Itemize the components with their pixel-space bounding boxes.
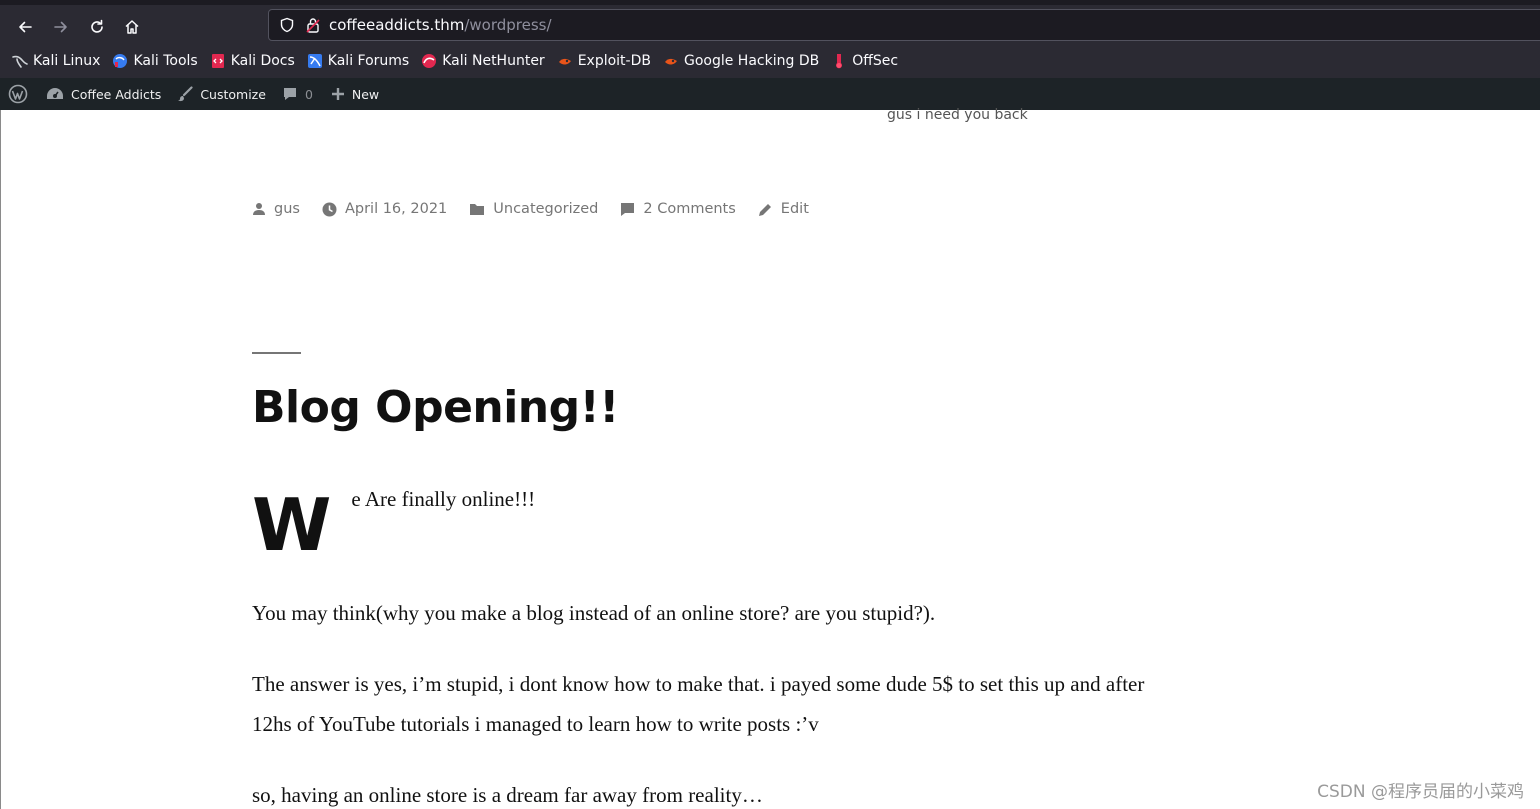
customize-label: Customize	[200, 86, 266, 102]
home-icon	[125, 20, 139, 34]
bookmark-label: Exploit-DB	[577, 53, 651, 69]
date-label: April 16, 2021	[344, 201, 448, 217]
new-content-menu[interactable]: New	[321, 78, 387, 110]
url-path: /wordpress/	[464, 16, 552, 34]
wp-logo-menu[interactable]	[0, 78, 36, 110]
bookmarks-bar: Kali Linux Kali Tools Kali Docs Kali For…	[0, 44, 1540, 78]
post-category[interactable]: Uncategorized	[469, 201, 598, 217]
url-text[interactable]: coffeeaddicts.thm/wordpress/	[329, 16, 552, 34]
bookmark-kali-linux[interactable]: Kali Linux	[12, 53, 100, 69]
first-line-text: e Are finally online!!!	[351, 487, 536, 511]
back-button[interactable]	[11, 13, 39, 41]
author-name: gus	[274, 201, 300, 217]
bookmark-exploit-db[interactable]: Exploit-DB	[557, 53, 651, 69]
post-comments-link[interactable]: 2 Comments	[620, 201, 736, 217]
plus-icon	[331, 87, 345, 101]
arrow-right-icon	[54, 21, 67, 33]
post-paragraph: The answer is yes, i’m stupid, i dont kn…	[252, 672, 1145, 736]
reload-icon	[91, 19, 103, 33]
kali-forums-icon	[307, 54, 322, 68]
bookmark-label: Kali Linux	[33, 53, 101, 69]
dashboard-gauge-icon	[46, 87, 64, 101]
comment-bubble-icon	[282, 86, 298, 102]
site-name-label: Coffee Addicts	[71, 86, 162, 102]
bookmark-kali-forums[interactable]: Kali Forums	[307, 53, 409, 69]
kali-nethunter-icon	[422, 54, 437, 68]
address-bar[interactable]: coffeeaddicts.thm/wordpress/	[268, 9, 1540, 41]
arrow-left-icon	[19, 21, 32, 33]
comment-icon	[620, 202, 635, 217]
bookmark-label: OffSec	[852, 53, 899, 69]
post-paragraph: We Are finally online!!!	[252, 478, 1172, 561]
bookmark-label: Kali Forums	[327, 53, 410, 69]
pencil-icon	[758, 202, 773, 217]
post-paragraph: so, having an online store is a dream fa…	[252, 783, 763, 807]
forward-button[interactable]	[47, 13, 75, 41]
url-host: coffeeaddicts.thm	[329, 16, 465, 34]
bookmark-google-hacking-db[interactable]: Google Hacking DB	[663, 53, 819, 69]
previous-post-excerpt: gus i need you back	[887, 107, 1028, 123]
bookmark-label: Google Hacking DB	[683, 53, 820, 69]
site-name-menu[interactable]: Coffee Addicts	[36, 78, 169, 110]
wp-admin-bar: Coffee Addicts Customize 0 New	[0, 78, 1540, 110]
drop-cap: W	[252, 483, 332, 567]
post-author[interactable]: gus	[252, 201, 300, 217]
insecure-lock-icon[interactable]	[305, 16, 321, 34]
offsec-icon	[836, 54, 843, 69]
folder-icon	[469, 202, 485, 216]
post-date[interactable]: April 16, 2021	[322, 201, 447, 217]
customize-link[interactable]: Customize	[169, 78, 274, 110]
clock-icon	[322, 202, 337, 217]
exploit-db-icon	[558, 58, 571, 65]
post-separator	[252, 352, 301, 354]
bookmark-kali-tools[interactable]: Kali Tools	[112, 53, 198, 69]
new-label: New	[351, 86, 380, 102]
comments-link[interactable]: 0	[274, 78, 321, 110]
bookmark-kali-nethunter[interactable]: Kali NetHunter	[421, 53, 545, 69]
post-content: We Are finally online!!! You may think(w…	[252, 478, 1172, 809]
ghdb-icon	[664, 58, 677, 65]
post-paragraph: You may think(why you make a blog instea…	[252, 601, 936, 625]
comments-count: 0	[304, 86, 313, 102]
bookmark-kali-docs[interactable]: Kali Docs	[210, 53, 295, 69]
browser-toolbar: coffeeaddicts.thm/wordpress/	[0, 0, 1540, 44]
bookmark-label: Kali Tools	[133, 53, 198, 69]
kali-tools-icon	[113, 54, 128, 68]
home-button[interactable]	[118, 13, 146, 41]
kali-dragon-icon	[12, 55, 28, 68]
category-label: Uncategorized	[493, 201, 599, 217]
tracking-shield-icon[interactable]	[277, 15, 297, 35]
kali-docs-icon	[211, 54, 224, 68]
bookmark-label: Kali Docs	[230, 53, 295, 69]
wordpress-logo-icon	[8, 84, 28, 104]
brush-icon	[177, 86, 193, 102]
post-meta: gus April 16, 2021 Uncategorized 2 Comme…	[252, 198, 831, 220]
window-edge	[0, 110, 1, 809]
edit-label: Edit	[780, 201, 809, 217]
person-icon	[252, 202, 266, 216]
csdn-watermark: CSDN @程序员届的小菜鸡	[1317, 782, 1524, 802]
bookmark-label: Kali NetHunter	[442, 53, 545, 69]
post-edit-link[interactable]: Edit	[758, 201, 809, 217]
comments-label: 2 Comments	[643, 201, 736, 217]
reload-button[interactable]	[83, 13, 111, 41]
post-title[interactable]: Blog Opening!!	[252, 382, 619, 433]
bookmark-offsec[interactable]: OffSec	[831, 53, 898, 69]
